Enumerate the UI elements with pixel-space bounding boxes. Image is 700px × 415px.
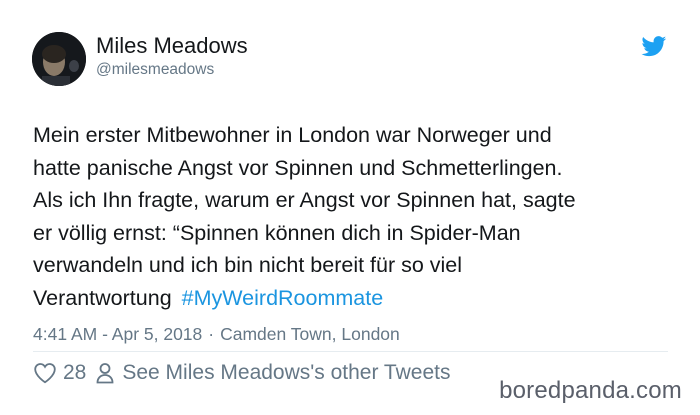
tweet-timestamp[interactable]: 4:41 AM - Apr 5, 2018: [33, 324, 202, 344]
avatar[interactable]: [32, 32, 86, 86]
like-count[interactable]: 28: [63, 361, 86, 385]
tweet-location[interactable]: Camden Town, London: [220, 324, 400, 344]
author-handle[interactable]: @milesmeadows: [96, 61, 214, 79]
twitter-bird-icon[interactable]: [641, 36, 667, 57]
tweet-line: Als ich Ihn fragte, warum er Angst vor S…: [33, 188, 576, 212]
author-display-name[interactable]: Miles Meadows: [96, 33, 248, 59]
other-tweets-link[interactable]: See Miles Meadows's other Tweets: [122, 361, 450, 385]
tweet-meta: 4:41 AM - Apr 5, 2018 · Camden Town, Londo…: [33, 323, 400, 345]
divider: [33, 351, 668, 352]
tweet-line: Mein erster Mitbewohner in London war No…: [33, 123, 552, 147]
person-icon: [96, 363, 114, 384]
tweet-line: er völlig ernst: “Spinnen können dich in…: [33, 220, 521, 245]
heart-icon[interactable]: [33, 362, 57, 384]
tweet-text: Mein erster Mitbewohner in London war No…: [33, 119, 683, 314]
tweet-line: Verantwortung: [33, 285, 172, 310]
meta-separator: ·: [208, 324, 215, 344]
tweet-card: Miles Meadows @milesmeadows Mein erster …: [0, 0, 700, 415]
tweet-last-line: Verantwortung #MyWeirdRoommate: [33, 282, 683, 315]
tweet-line: verwandeln und ich bin nicht bereit für …: [33, 253, 463, 277]
avatar-image: [32, 32, 86, 86]
tweet-line: hatte panische Angst vor Spinnen und Sch…: [33, 155, 563, 180]
hashtag-link[interactable]: #MyWeirdRoommate: [182, 286, 384, 310]
watermark: boredpanda.com: [497, 377, 684, 405]
tweet-actions: 28 See Miles Meadows's other Tweets: [33, 360, 450, 386]
